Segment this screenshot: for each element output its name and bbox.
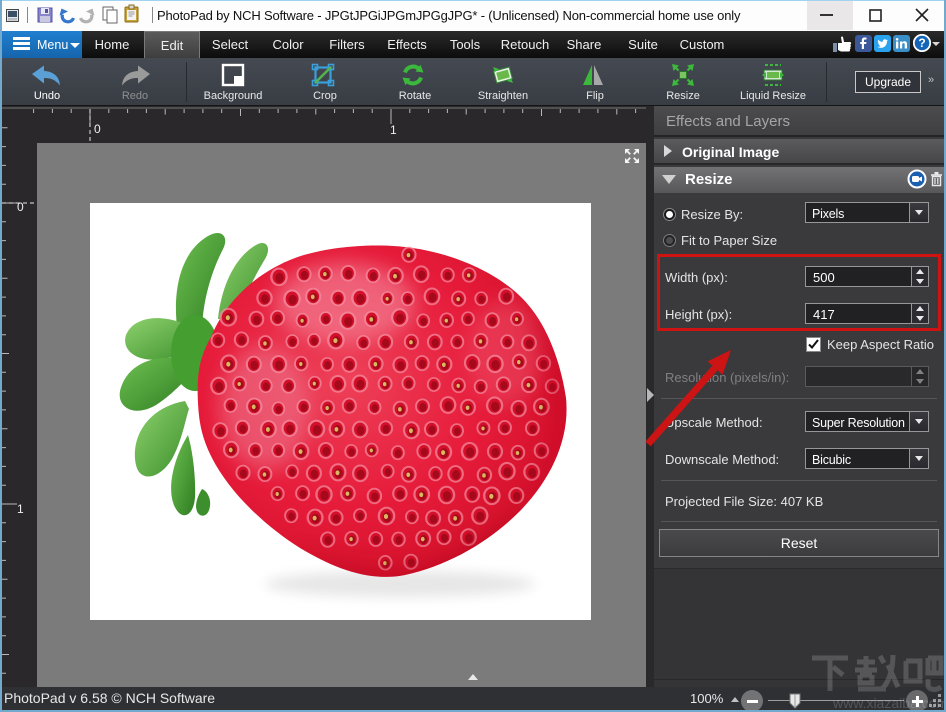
svg-text:?: ? <box>918 36 925 50</box>
svg-text:0: 0 <box>94 122 101 136</box>
svg-text:1: 1 <box>17 502 24 516</box>
svg-text:1: 1 <box>390 123 397 137</box>
svg-text:0: 0 <box>17 200 24 214</box>
